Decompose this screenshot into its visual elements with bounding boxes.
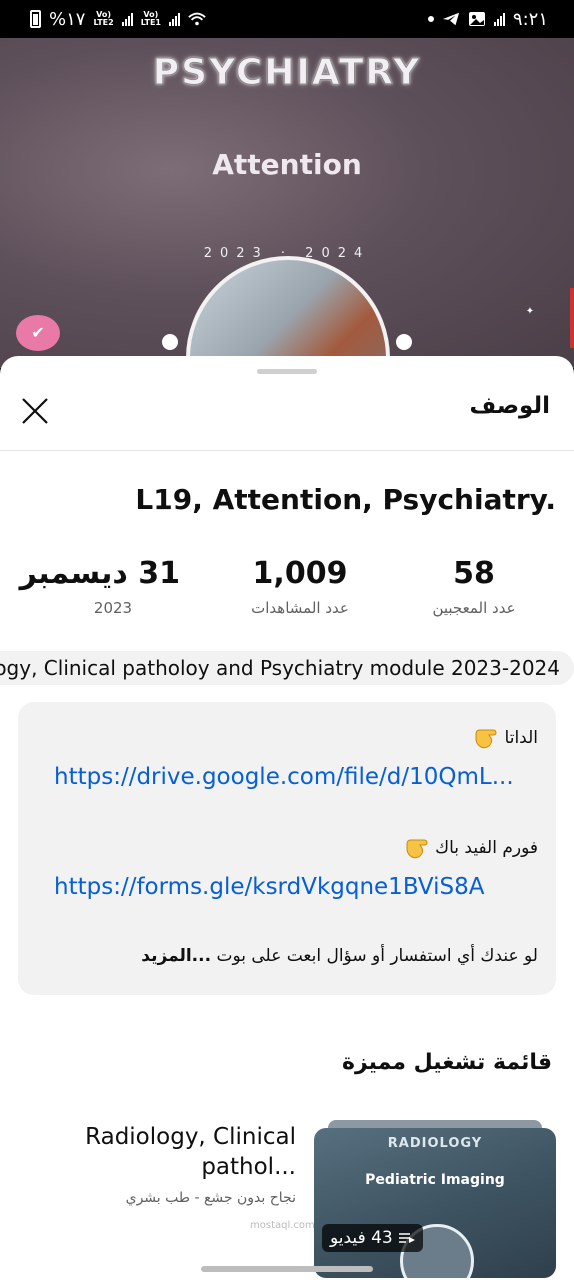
data-label-line: الداتا bbox=[473, 726, 538, 750]
description-snippet: لو عندك أي استفسار أو سؤال ابعت على بوت bbox=[216, 946, 538, 966]
featured-playlist-heading: قائمة تشغيل مميزة bbox=[341, 1050, 552, 1075]
video-player[interactable]: PSYCHIATRY Attention 2023 · 2024 ✔ ✦ bbox=[0, 38, 574, 368]
feedback-label: فورم الفيد باك bbox=[435, 838, 538, 858]
wifi-icon bbox=[188, 12, 206, 26]
forms-link[interactable]: https://forms.gle/ksrdVkgqne1BViS8A bbox=[54, 874, 484, 900]
gallery-icon bbox=[468, 12, 485, 26]
likes-label: عدد المعجبين bbox=[432, 599, 516, 617]
video-title: L19, Attention, Psychiatry. bbox=[135, 483, 556, 516]
sheet-title: الوصف bbox=[469, 393, 550, 419]
playlist-chip-label: ology, Clinical patholoy and Psychiatry … bbox=[0, 656, 560, 680]
views-stat: 1,009 عدد المشاهدات bbox=[236, 556, 364, 617]
status-bar: %١٧ Vo) LTE2 Vo) LTE1 ٩:٢١ bbox=[0, 0, 574, 38]
description-box: الداتا https://drive.google.com/file/d/1… bbox=[18, 702, 556, 995]
more-line: لو عندك أي استفسار أو سؤال ابعت على بوت … bbox=[141, 946, 538, 966]
video-frame-subtitle: Attention bbox=[212, 148, 362, 181]
pointing-hand-icon bbox=[406, 839, 428, 859]
feedback-label-line: فورم الفيد باك bbox=[404, 836, 538, 860]
date-stat: 31 ديسمبر 2023 bbox=[19, 556, 180, 617]
upload-date: 31 ديسمبر bbox=[19, 556, 180, 591]
views-label: عدد المشاهدات bbox=[251, 599, 349, 617]
network-indicator-2: Vo) LTE1 bbox=[140, 10, 161, 27]
clock: ٩:٢١ bbox=[512, 8, 548, 30]
battery-percent: %١٧ bbox=[49, 8, 86, 30]
playlist-chip[interactable]: ology, Clinical patholoy and Psychiatry … bbox=[0, 651, 574, 685]
playlist-thumbnail[interactable]: RADIOLOGY Pediatric Imaging bbox=[314, 1128, 556, 1278]
home-indicator[interactable] bbox=[201, 1266, 373, 1272]
battery-icon bbox=[30, 10, 41, 28]
brain-logo-icon: ✔ bbox=[16, 315, 60, 351]
telegram-icon bbox=[442, 12, 460, 26]
divider bbox=[0, 450, 574, 451]
playlist-icon bbox=[398, 1233, 415, 1243]
likes-stat: 58 عدد المعجبين bbox=[416, 556, 532, 617]
upload-year: 2023 bbox=[93, 599, 133, 617]
status-left: %١٧ Vo) LTE2 Vo) LTE1 bbox=[30, 9, 206, 30]
more-button[interactable]: ...المزيد bbox=[141, 946, 211, 966]
views-count: 1,009 bbox=[252, 556, 348, 591]
data-label: الداتا bbox=[504, 728, 538, 748]
progress-edge bbox=[570, 288, 574, 348]
description-sheet: الوصف L19, Attention, Psychiatry. 58 عدد… bbox=[0, 356, 574, 1280]
signal-icon-1 bbox=[121, 12, 133, 26]
playlist-channel: نجاح بدون جشع - طب بشري bbox=[125, 1190, 296, 1206]
playlist-title[interactable]: Radiology, Clinical pathol... bbox=[36, 1122, 296, 1182]
notification-dot-icon bbox=[427, 16, 434, 22]
facebook-icon bbox=[162, 334, 178, 350]
network-indicator-1: Vo) LTE2 bbox=[93, 10, 114, 27]
signal-icon-3 bbox=[493, 12, 505, 26]
video-count: 43 فيديو bbox=[330, 1228, 393, 1248]
thumbnail-header: RADIOLOGY bbox=[387, 1136, 483, 1151]
thumbnail-subtitle: Pediatric Imaging bbox=[365, 1172, 505, 1188]
close-icon[interactable] bbox=[20, 396, 50, 426]
video-frame-image bbox=[186, 256, 390, 368]
watermark-text: mostaql.com bbox=[250, 1220, 315, 1231]
status-right: ٩:٢١ bbox=[427, 8, 548, 30]
featured-playlist-item[interactable]: RADIOLOGY Pediatric Imaging 43 فيديو Rad… bbox=[0, 1120, 574, 1280]
video-count-badge: 43 فيديو bbox=[322, 1224, 423, 1252]
channel-logo-icon: ✦ bbox=[525, 306, 535, 317]
pointing-hand-icon bbox=[475, 729, 497, 749]
drag-handle[interactable] bbox=[257, 369, 317, 374]
video-frame-title: PSYCHIATRY bbox=[152, 52, 422, 94]
signal-icon-2 bbox=[168, 12, 180, 26]
drive-link[interactable]: https://drive.google.com/file/d/10QmL... bbox=[54, 764, 514, 790]
likes-count: 58 bbox=[453, 556, 495, 591]
youtube-icon bbox=[396, 334, 412, 350]
